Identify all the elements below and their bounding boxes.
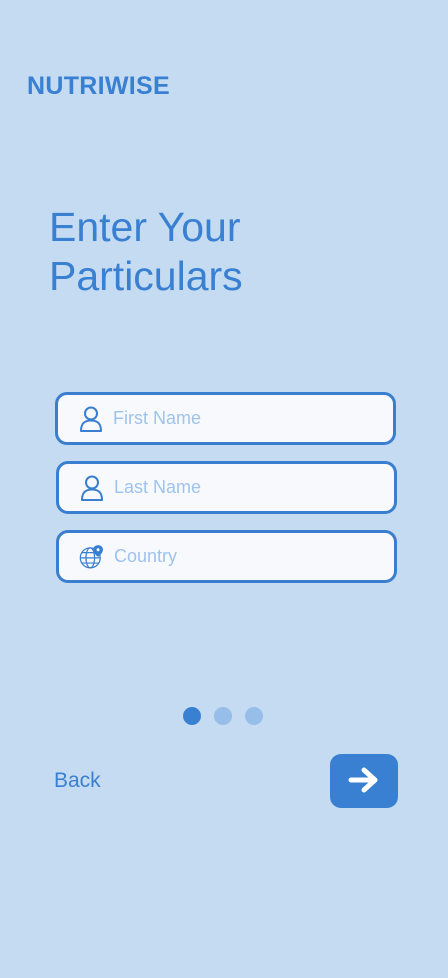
step-dot-2 bbox=[214, 707, 232, 725]
country-input[interactable] bbox=[114, 546, 374, 567]
next-button[interactable] bbox=[330, 754, 398, 808]
signup-particulars-screen: NUTRIWISE Enter Your Particulars First N… bbox=[0, 0, 448, 978]
page-title-line-2: Particulars bbox=[49, 253, 243, 299]
first-name-input[interactable] bbox=[113, 408, 373, 429]
app-logo: NUTRIWISE bbox=[27, 72, 170, 100]
last-name-field[interactable] bbox=[56, 461, 397, 514]
first-name-field[interactable] bbox=[55, 392, 396, 445]
last-name-input[interactable] bbox=[114, 477, 374, 498]
step-dot-3 bbox=[245, 707, 263, 725]
globe-location-icon bbox=[79, 542, 105, 572]
arrow-right-icon bbox=[348, 766, 380, 797]
back-button[interactable]: Back bbox=[54, 769, 101, 793]
person-icon bbox=[78, 404, 104, 434]
page-title: Enter Your Particulars bbox=[49, 203, 243, 301]
step-indicator bbox=[183, 707, 263, 725]
step-dot-1-active bbox=[183, 707, 201, 725]
page-title-line-1: Enter Your bbox=[49, 204, 241, 250]
person-icon bbox=[79, 473, 105, 503]
country-field[interactable] bbox=[56, 530, 397, 583]
